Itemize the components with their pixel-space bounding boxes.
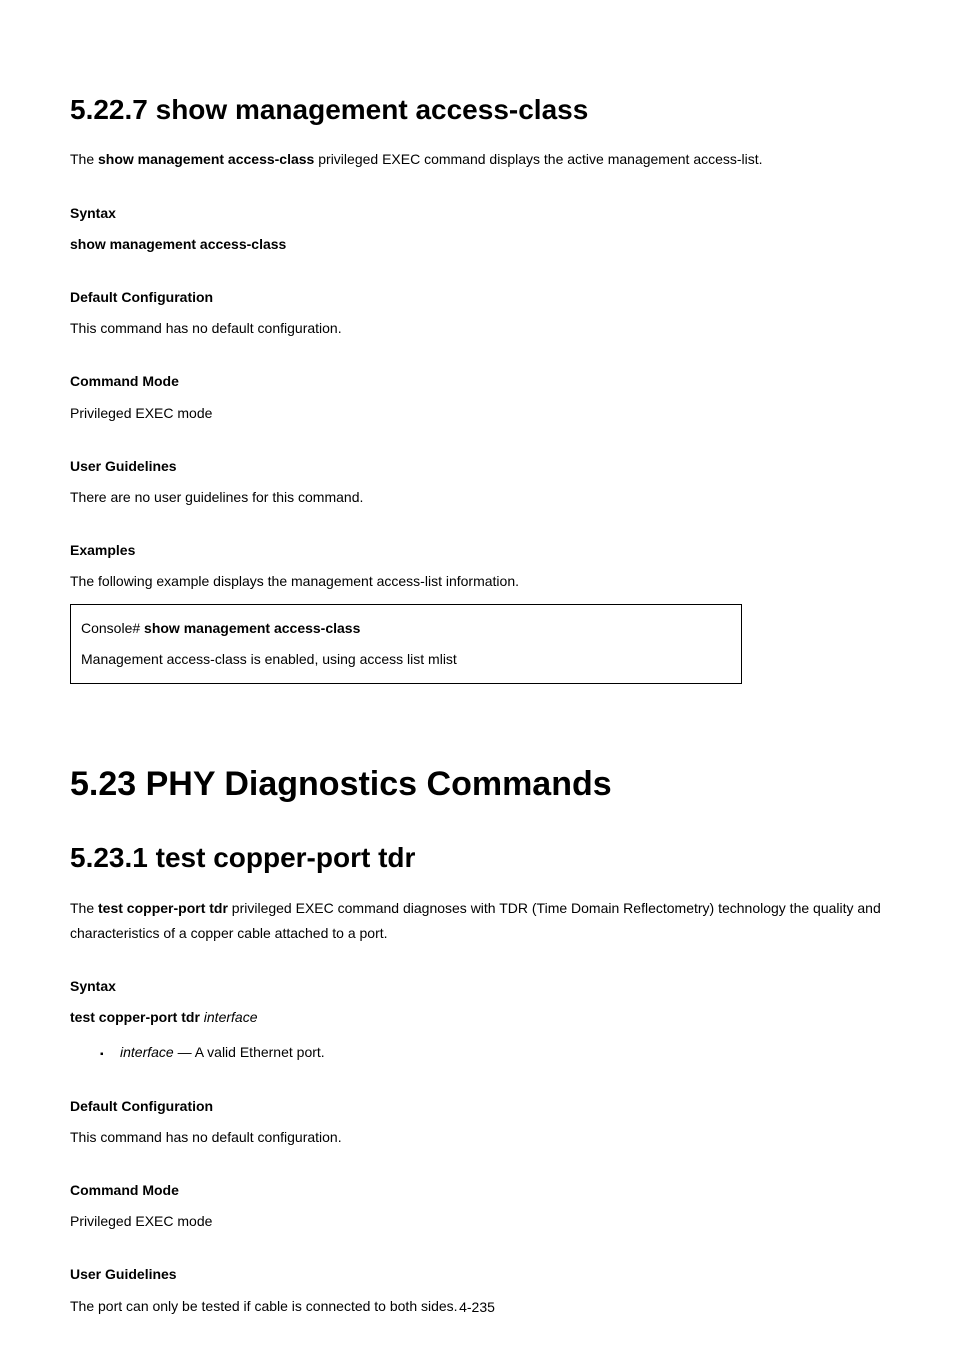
intro-pre-1: The (70, 151, 98, 167)
code-prompt: Console# (81, 620, 144, 636)
examples-heading-1: Examples (70, 538, 884, 563)
bullet-icon: ▪ (100, 1046, 120, 1064)
intro-pre-2: The (70, 900, 98, 916)
intro-cmd-1: show management access-class (98, 151, 314, 167)
intro-paragraph-1: The show management access-class privile… (70, 147, 884, 172)
mode-heading-1: Command Mode (70, 369, 884, 394)
syntax-line-2: test copper-port tdr interface (70, 1005, 884, 1030)
page-container: 5.22.7 show management access-class The … (0, 0, 954, 1350)
guidelines-heading-1: User Guidelines (70, 454, 884, 479)
syntax-heading-1: Syntax (70, 201, 884, 226)
syntax-cmd-1: show management access-class (70, 232, 884, 257)
syntax-heading-2: Syntax (70, 974, 884, 999)
intro-paragraph-2: The test copper-port tdr privileged EXEC… (70, 896, 884, 946)
mode-heading-2: Command Mode (70, 1178, 884, 1203)
mode-text-1: Privileged EXEC mode (70, 401, 884, 426)
code-line-1: Console# show management access-class (81, 613, 731, 644)
page-number: 4-235 (0, 1295, 954, 1320)
bullet-desc: — A valid Ethernet port. (174, 1044, 325, 1060)
code-command: show management access-class (144, 620, 360, 636)
bullet-item: ▪ interface — A valid Ethernet port. (100, 1040, 884, 1065)
section-title-1: 5.22.7 show management access-class (70, 85, 884, 135)
code-block: Console# show management access-class Ma… (70, 604, 742, 684)
intro-cmd-2: test copper-port tdr (98, 900, 228, 916)
bullet-arg: interface (120, 1044, 174, 1060)
bullet-content: interface — A valid Ethernet port. (120, 1040, 325, 1065)
default-text-1: This command has no default configuratio… (70, 316, 884, 341)
guidelines-heading-2: User Guidelines (70, 1262, 884, 1287)
syntax-cmd-2: test copper-port tdr (70, 1009, 204, 1025)
section-title-2: 5.23.1 test copper-port tdr (70, 833, 884, 883)
syntax-arg-2: interface (204, 1009, 258, 1025)
examples-text-1: The following example displays the manag… (70, 569, 884, 594)
default-heading-2: Default Configuration (70, 1094, 884, 1119)
mode-text-2: Privileged EXEC mode (70, 1209, 884, 1234)
default-text-2: This command has no default configuratio… (70, 1125, 884, 1150)
guidelines-text-1: There are no user guidelines for this co… (70, 485, 884, 510)
chapter-title: 5.23 PHY Diagnostics Commands (70, 754, 884, 815)
intro-post-1: privileged EXEC command displays the act… (314, 151, 762, 167)
code-line-2: Management access-class is enabled, usin… (81, 644, 731, 675)
default-heading-1: Default Configuration (70, 285, 884, 310)
